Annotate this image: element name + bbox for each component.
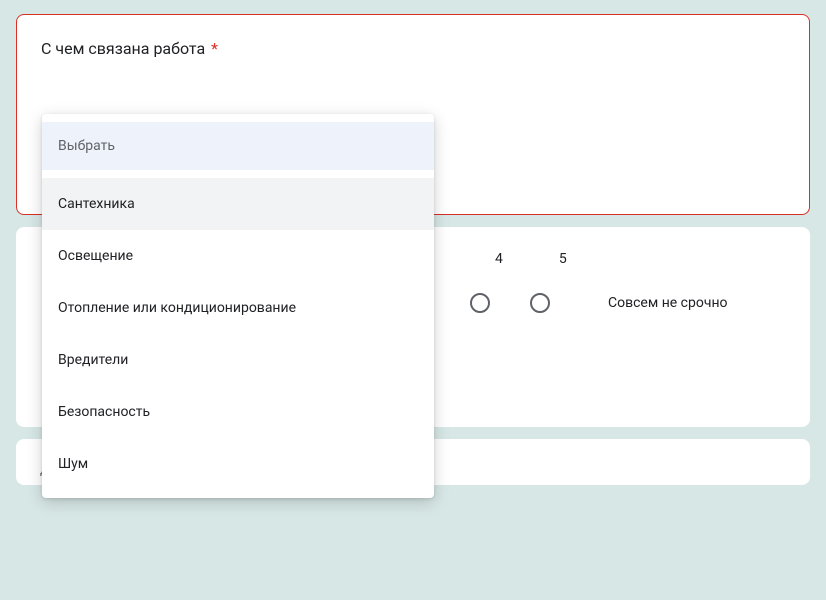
dropdown-placeholder-option[interactable]: Выбрать: [42, 122, 434, 170]
scale-number-4: 4: [495, 251, 503, 267]
dropdown-option-security[interactable]: Безопасность: [42, 386, 434, 438]
question-label-row: С чем связана работа *: [41, 39, 785, 58]
radio-option-5[interactable]: [530, 293, 550, 313]
dropdown-popup: Выбрать Сантехника Освещение Отопление и…: [42, 114, 434, 498]
question-label: С чем связана работа: [41, 39, 205, 58]
dropdown-option-lighting[interactable]: Освещение: [42, 230, 434, 282]
scale-end-label: Совсем не срочно: [608, 295, 728, 311]
dropdown-option-plumbing[interactable]: Сантехника: [42, 178, 434, 230]
radio-option-4[interactable]: [470, 293, 490, 313]
dropdown-option-hvac[interactable]: Отопление или кондиционирование: [42, 282, 434, 334]
required-indicator: *: [211, 39, 218, 58]
dropdown-option-pests[interactable]: Вредители: [42, 334, 434, 386]
dropdown-option-noise[interactable]: Шум: [42, 438, 434, 490]
scale-number-5: 5: [559, 251, 567, 267]
